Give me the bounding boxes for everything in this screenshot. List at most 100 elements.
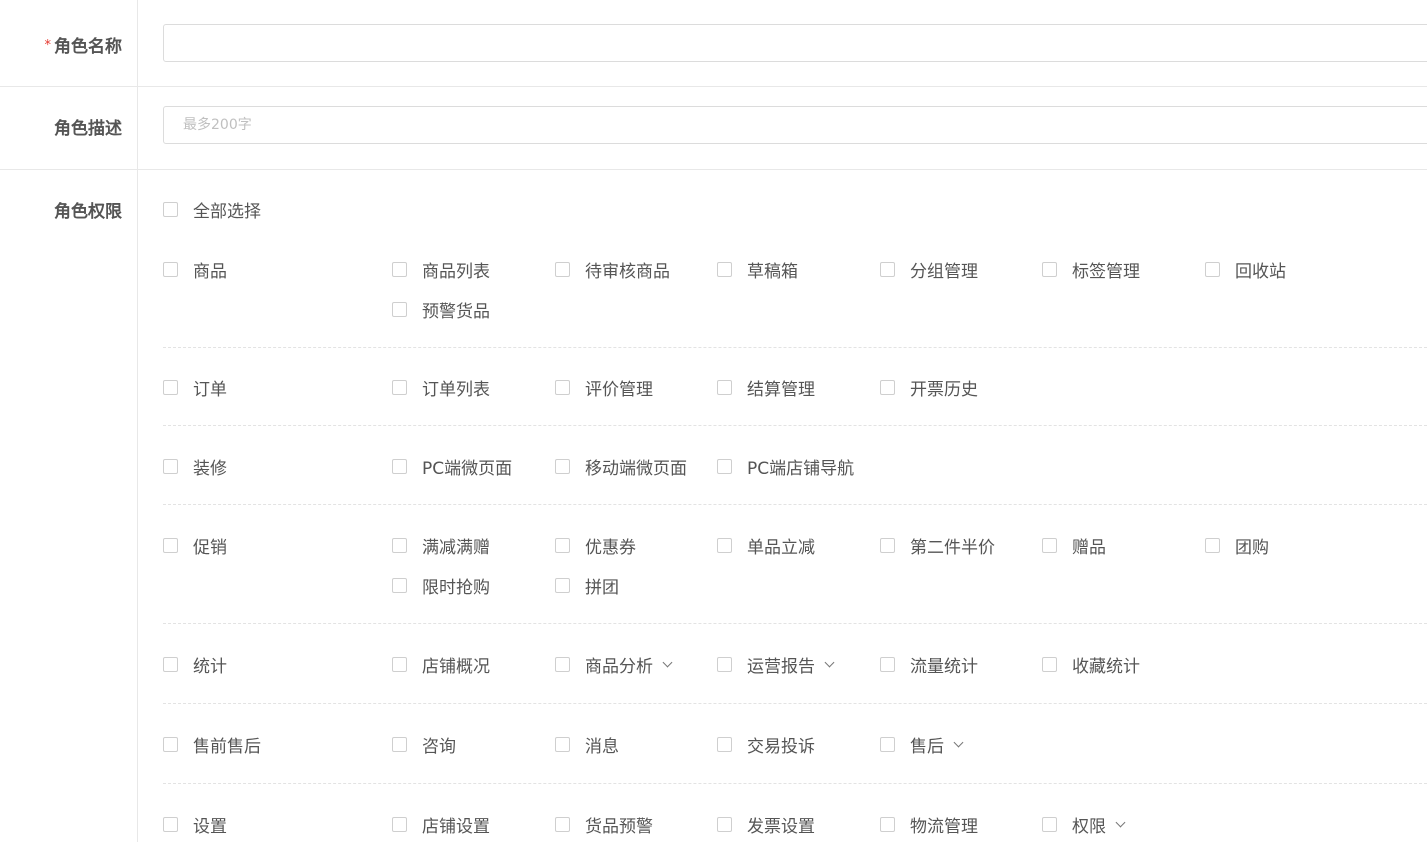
checkbox[interactable]	[717, 817, 732, 832]
checkbox[interactable]	[555, 817, 570, 832]
permission-checkbox[interactable]: 回收站	[1205, 257, 1286, 282]
group-checkbox[interactable]: 订单	[163, 375, 227, 400]
permission-checkbox[interactable]: 权限	[1042, 812, 1126, 837]
checkbox[interactable]	[555, 657, 570, 672]
permission-checkbox[interactable]: 开票历史	[880, 375, 978, 400]
checkbox[interactable]	[717, 657, 732, 672]
permission-checkbox-label: 满减满赠	[422, 538, 490, 558]
permission-checkbox[interactable]: 团购	[1205, 533, 1269, 558]
checkbox[interactable]	[717, 538, 732, 553]
permission-checkbox[interactable]: 店铺概况	[392, 652, 490, 677]
permission-checkbox[interactable]: 物流管理	[880, 812, 978, 837]
permission-checkbox[interactable]: 第二件半价	[880, 533, 995, 558]
permission-checkbox[interactable]: 评价管理	[555, 375, 653, 400]
permission-checkbox[interactable]: 满减满赠	[392, 533, 490, 558]
checkbox[interactable]	[555, 380, 570, 395]
checkbox[interactable]	[163, 737, 178, 752]
chevron-down-icon[interactable]	[824, 657, 835, 667]
group-checkbox[interactable]: 装修	[163, 454, 227, 479]
checkbox[interactable]	[392, 578, 407, 593]
permission-checkbox[interactable]: PC端店铺导航	[717, 454, 854, 479]
group-checkbox-label: 商品	[193, 262, 227, 282]
permission-checkbox[interactable]: 收藏统计	[1042, 652, 1140, 677]
chevron-down-icon[interactable]	[953, 737, 964, 747]
checkbox[interactable]	[392, 817, 407, 832]
permission-checkbox[interactable]: 赠品	[1042, 533, 1106, 558]
checkbox[interactable]	[392, 302, 407, 317]
checkbox[interactable]	[163, 262, 178, 277]
group-checkbox[interactable]: 设置	[163, 812, 227, 837]
checkbox[interactable]	[163, 817, 178, 832]
group-divider	[163, 703, 1427, 704]
checkbox[interactable]	[717, 459, 732, 474]
permission-checkbox[interactable]: 流量统计	[880, 652, 978, 677]
permission-checkbox[interactable]: 订单列表	[392, 375, 490, 400]
checkbox[interactable]	[880, 657, 895, 672]
checkbox[interactable]	[555, 578, 570, 593]
chevron-down-icon[interactable]	[662, 657, 673, 667]
permission-checkbox[interactable]: 商品列表	[392, 257, 490, 282]
checkbox[interactable]	[392, 459, 407, 474]
checkbox[interactable]	[555, 737, 570, 752]
group-checkbox[interactable]: 商品	[163, 257, 227, 282]
permission-checkbox[interactable]: 限时抢购	[392, 573, 490, 598]
checkbox[interactable]	[163, 459, 178, 474]
group-checkbox[interactable]: 统计	[163, 652, 227, 677]
group-checkbox-label: 促销	[193, 538, 227, 558]
permission-checkbox[interactable]: 草稿箱	[717, 257, 798, 282]
permission-checkbox[interactable]: 结算管理	[717, 375, 815, 400]
checkbox[interactable]	[880, 538, 895, 553]
checkbox[interactable]	[880, 817, 895, 832]
permission-checkbox[interactable]: 货品预警	[555, 812, 653, 837]
checkbox[interactable]	[392, 262, 407, 277]
permission-checkbox[interactable]: 运营报告	[717, 652, 835, 677]
checkbox[interactable]	[555, 262, 570, 277]
permission-checkbox[interactable]: 发票设置	[717, 812, 815, 837]
checkbox[interactable]	[163, 202, 178, 217]
checkbox[interactable]	[880, 262, 895, 277]
permission-checkbox[interactable]: 标签管理	[1042, 257, 1140, 282]
checkbox[interactable]	[392, 380, 407, 395]
checkbox[interactable]	[717, 262, 732, 277]
permission-checkbox[interactable]: 拼团	[555, 573, 619, 598]
checkbox[interactable]	[1205, 262, 1220, 277]
checkbox[interactable]	[1042, 817, 1057, 832]
permission-checkbox[interactable]: 优惠券	[555, 533, 636, 558]
select-all-checkbox[interactable]: 全部选择	[163, 197, 261, 222]
group-checkbox[interactable]: 促销	[163, 533, 227, 558]
group-checkbox[interactable]: 售前售后	[163, 732, 261, 757]
permission-checkbox[interactable]: 消息	[555, 732, 619, 757]
permission-checkbox[interactable]: PC端微页面	[392, 454, 512, 479]
permission-checkbox[interactable]: 分组管理	[880, 257, 978, 282]
checkbox[interactable]	[1205, 538, 1220, 553]
role-name-input[interactable]	[163, 24, 1427, 62]
role-desc-input[interactable]	[163, 106, 1427, 144]
checkbox[interactable]	[392, 538, 407, 553]
permission-checkbox[interactable]: 店铺设置	[392, 812, 490, 837]
chevron-down-icon[interactable]	[1115, 817, 1126, 827]
permission-checkbox[interactable]: 待审核商品	[555, 257, 670, 282]
permission-checkbox[interactable]: 售后	[880, 732, 964, 757]
checkbox[interactable]	[163, 657, 178, 672]
checkbox[interactable]	[392, 657, 407, 672]
checkbox[interactable]	[163, 380, 178, 395]
checkbox[interactable]	[392, 737, 407, 752]
checkbox[interactable]	[880, 737, 895, 752]
checkbox[interactable]	[1042, 262, 1057, 277]
permission-checkbox-label: 货品预警	[585, 817, 653, 837]
permission-checkbox[interactable]: 移动端微页面	[555, 454, 687, 479]
checkbox[interactable]	[717, 737, 732, 752]
permission-checkbox[interactable]: 咨询	[392, 732, 456, 757]
checkbox[interactable]	[1042, 657, 1057, 672]
checkbox[interactable]	[163, 538, 178, 553]
permission-checkbox[interactable]: 预警货品	[392, 297, 490, 322]
permission-checkbox[interactable]: 商品分析	[555, 652, 673, 677]
checkbox[interactable]	[717, 380, 732, 395]
checkbox[interactable]	[1042, 538, 1057, 553]
permission-checkbox[interactable]: 单品立减	[717, 533, 815, 558]
permission-checkbox-label: 待审核商品	[585, 262, 670, 282]
checkbox[interactable]	[555, 459, 570, 474]
checkbox[interactable]	[880, 380, 895, 395]
checkbox[interactable]	[555, 538, 570, 553]
permission-checkbox[interactable]: 交易投诉	[717, 732, 815, 757]
